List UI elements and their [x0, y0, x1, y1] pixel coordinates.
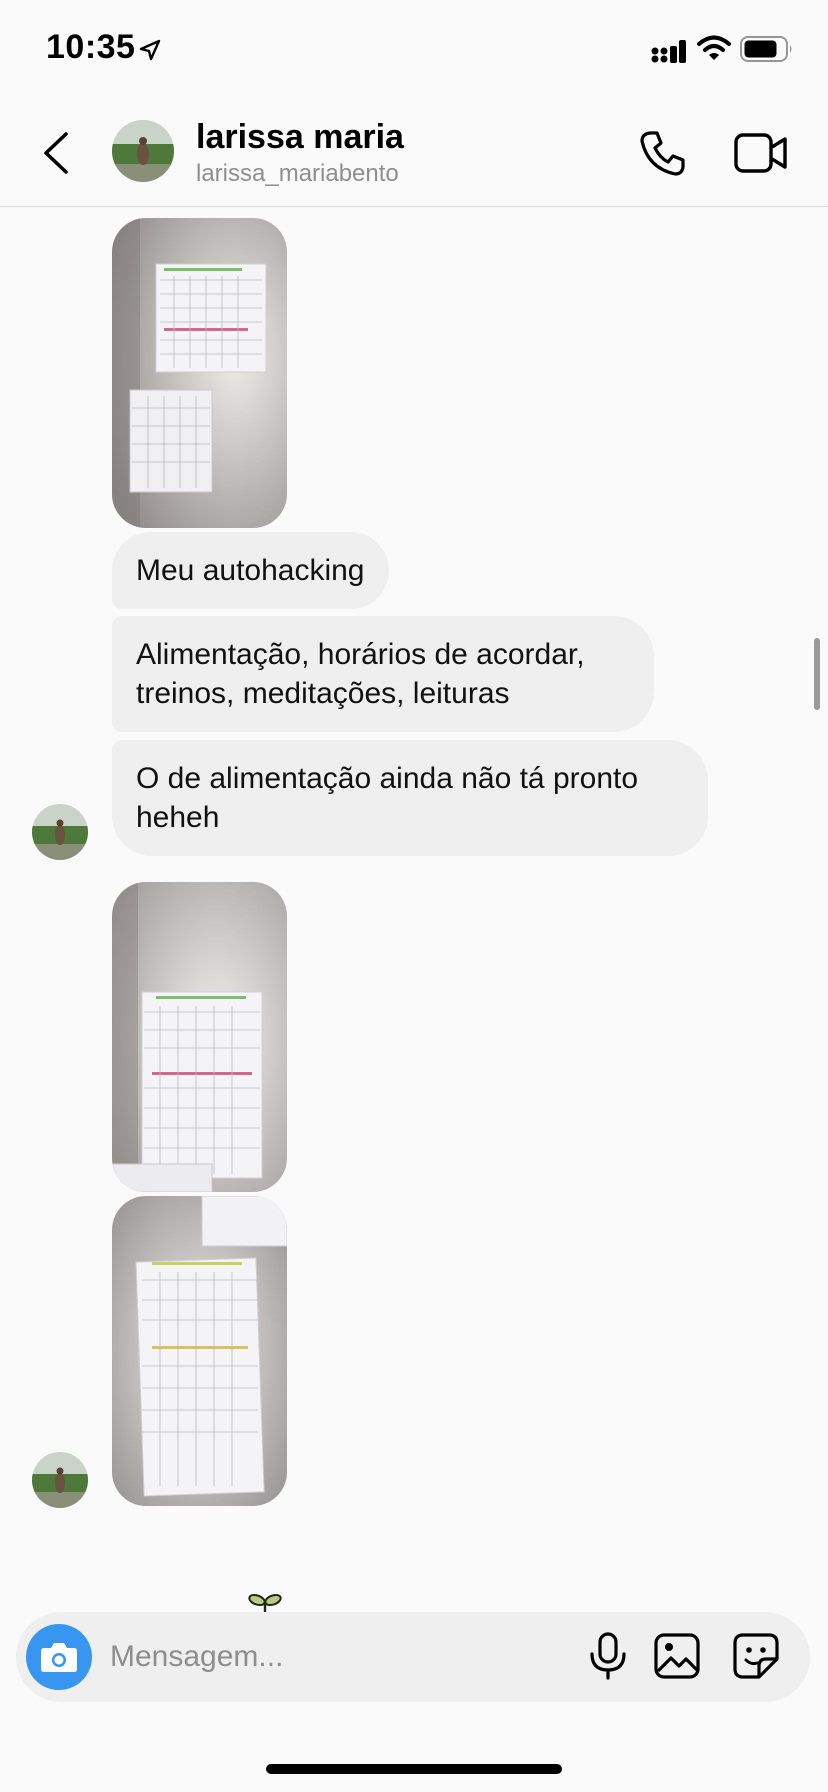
gallery-icon[interactable] — [652, 1630, 704, 1682]
contact-username: larissa_mariabento — [196, 160, 399, 187]
location-arrow-icon — [139, 39, 161, 61]
sender-avatar[interactable] — [32, 1452, 88, 1508]
phone-icon[interactable] — [638, 128, 688, 178]
image-message[interactable] — [112, 882, 287, 1192]
image-message[interactable] — [112, 1196, 287, 1506]
message-bubble[interactable]: Meu autohacking — [112, 532, 389, 609]
wifi-icon — [697, 35, 731, 60]
message-bubble[interactable]: Alimentação, horários de acordar, treino… — [112, 616, 654, 732]
message-composer — [16, 1612, 810, 1702]
scrollbar[interactable] — [814, 638, 820, 710]
camera-button[interactable] — [26, 1624, 92, 1690]
chevron-left-icon[interactable] — [36, 128, 76, 178]
status-time: 10:35 — [46, 28, 136, 66]
video-camera-icon[interactable] — [734, 130, 788, 176]
contact-name[interactable]: larissa maria — [196, 118, 404, 157]
home-indicator[interactable] — [266, 1764, 562, 1774]
battery-icon — [740, 36, 792, 62]
cellular-signal-icon — [651, 40, 686, 63]
message-thread[interactable]: Meu autohacking Alimentação, horários de… — [0, 208, 828, 1617]
sticker-icon[interactable] — [730, 1630, 782, 1682]
avatar[interactable] — [112, 120, 174, 182]
status-bar: 10:35 — [0, 0, 828, 100]
image-message[interactable] — [112, 218, 287, 528]
chat-header: larissa maria larissa_mariabento — [0, 100, 828, 207]
message-input[interactable] — [110, 1628, 570, 1686]
message-bubble[interactable]: O de alimentação ainda não tá pronto heh… — [112, 740, 708, 856]
sender-avatar[interactable] — [32, 804, 88, 860]
microphone-icon[interactable] — [582, 1630, 634, 1682]
camera-icon — [41, 1643, 77, 1672]
